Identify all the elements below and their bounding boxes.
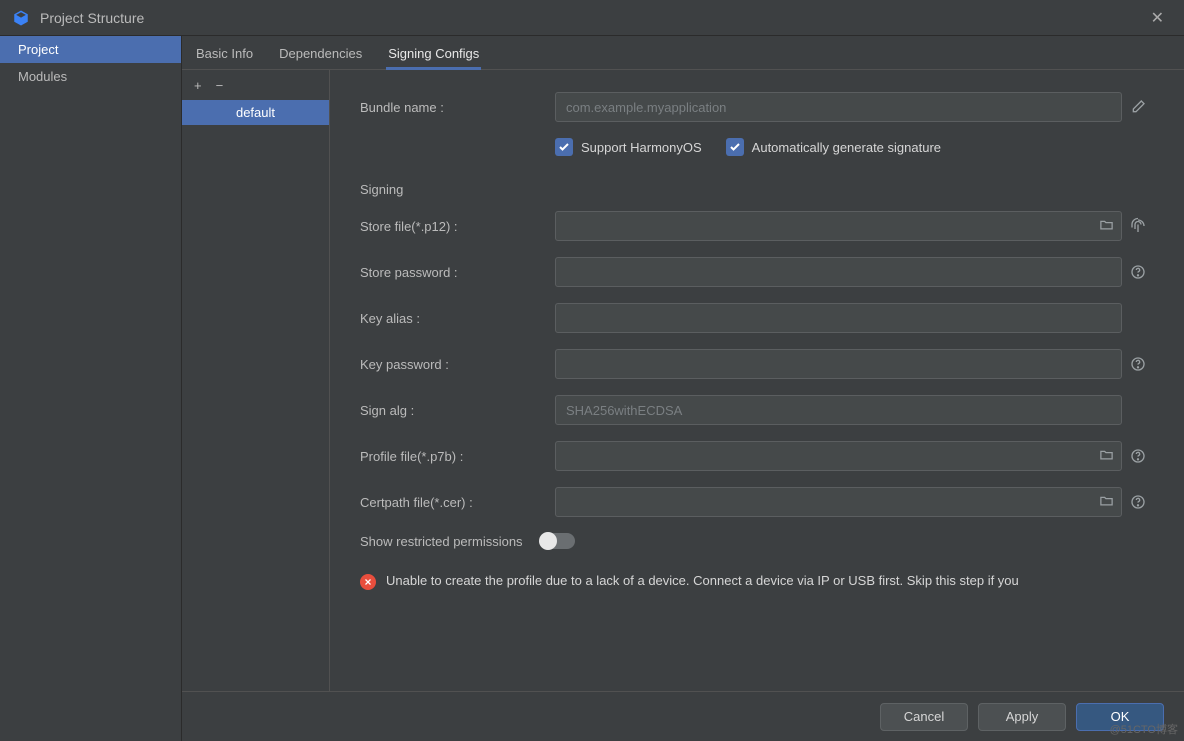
section-signing: Signing — [360, 182, 1154, 197]
tab-dependencies[interactable]: Dependencies — [277, 40, 364, 69]
row-store-password: Store password : — [360, 257, 1154, 287]
add-config-icon[interactable]: + — [194, 79, 202, 92]
label-certpath-file: Certpath file(*.cer) : — [360, 495, 555, 510]
main-content: Project Modules Basic Info Dependencies … — [0, 36, 1184, 741]
input-key-alias[interactable] — [555, 303, 1122, 333]
checkbox-support-harmony[interactable]: Support HarmonyOS — [555, 138, 702, 156]
row-profile-file: Profile file(*.p7b) : — [360, 441, 1154, 471]
titlebar: Project Structure ✕ — [0, 0, 1184, 36]
edit-bundle-name-icon[interactable] — [1122, 99, 1154, 115]
label-sign-alg: Sign alg : — [360, 403, 555, 418]
footer: Cancel Apply OK — [182, 691, 1184, 741]
toggle-restricted-permissions[interactable] — [541, 533, 575, 549]
label-restricted-permissions: Show restricted permissions — [360, 534, 523, 549]
error-icon — [360, 574, 376, 590]
input-bundle-name[interactable] — [555, 92, 1122, 122]
right-pane: Basic Info Dependencies Signing Configs … — [182, 36, 1184, 741]
window-title: Project Structure — [40, 10, 1143, 26]
label-support-harmony: Support HarmonyOS — [581, 140, 702, 155]
config-list-pane: + − default — [182, 70, 330, 691]
input-store-password[interactable] — [555, 257, 1122, 287]
label-key-alias: Key alias : — [360, 311, 555, 326]
label-profile-file: Profile file(*.p7b) : — [360, 449, 555, 464]
form-area: Bundle name : Support HarmonyOS — [330, 70, 1184, 691]
fingerprint-icon[interactable] — [1122, 217, 1154, 235]
label-store-file: Store file(*.p12) : — [360, 219, 555, 234]
input-certpath-file[interactable] — [555, 487, 1122, 517]
label-bundle-name: Bundle name : — [360, 100, 555, 115]
check-icon — [555, 138, 573, 156]
app-logo-icon — [12, 9, 30, 27]
help-icon[interactable] — [1122, 494, 1154, 510]
input-store-file[interactable] — [555, 211, 1122, 241]
left-nav-modules[interactable]: Modules — [0, 63, 181, 90]
watermark: @51CTO博客 — [1110, 721, 1178, 737]
tab-content: + − default Bundle name : — [182, 70, 1184, 691]
checkbox-auto-generate[interactable]: Automatically generate signature — [726, 138, 941, 156]
error-message-row: Unable to create the profile due to a la… — [360, 571, 1154, 592]
help-icon[interactable] — [1122, 264, 1154, 280]
help-icon[interactable] — [1122, 356, 1154, 372]
row-certpath-file: Certpath file(*.cer) : — [360, 487, 1154, 517]
row-key-alias: Key alias : — [360, 303, 1154, 333]
row-sign-alg: Sign alg : — [360, 395, 1154, 425]
left-nav-project[interactable]: Project — [0, 36, 181, 63]
row-bundle-name: Bundle name : — [360, 92, 1154, 122]
tabs: Basic Info Dependencies Signing Configs — [182, 36, 1184, 70]
tab-signing-configs[interactable]: Signing Configs — [386, 40, 481, 69]
row-store-file: Store file(*.p12) : — [360, 211, 1154, 241]
help-icon[interactable] — [1122, 448, 1154, 464]
checkbox-row: Support HarmonyOS Automatically generate… — [555, 138, 1154, 156]
remove-config-icon[interactable]: − — [216, 79, 224, 92]
label-store-password: Store password : — [360, 265, 555, 280]
close-icon[interactable]: ✕ — [1143, 4, 1172, 32]
label-auto-generate: Automatically generate signature — [752, 140, 941, 155]
left-nav: Project Modules — [0, 36, 182, 741]
config-toolbar: + − — [182, 70, 329, 100]
check-icon — [726, 138, 744, 156]
config-item-default[interactable]: default — [182, 100, 329, 125]
apply-button[interactable]: Apply — [978, 703, 1066, 731]
input-key-password[interactable] — [555, 349, 1122, 379]
error-text: Unable to create the profile due to a la… — [386, 571, 1019, 592]
row-restricted-permissions: Show restricted permissions — [360, 533, 1154, 549]
input-sign-alg[interactable] — [555, 395, 1122, 425]
cancel-button[interactable]: Cancel — [880, 703, 968, 731]
label-key-password: Key password : — [360, 357, 555, 372]
tab-basic-info[interactable]: Basic Info — [194, 40, 255, 69]
row-key-password: Key password : — [360, 349, 1154, 379]
input-profile-file[interactable] — [555, 441, 1122, 471]
